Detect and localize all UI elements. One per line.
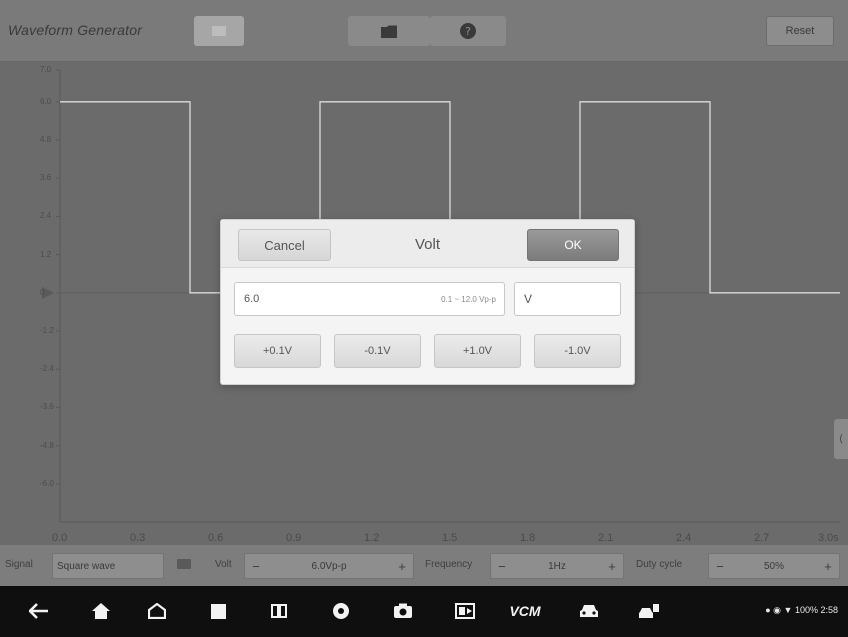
volt-input[interactable]: 6.0 0.1 ~ 12.0 Vp-p xyxy=(234,282,505,316)
back-icon[interactable] xyxy=(26,598,52,624)
x-tick-label: 1.2 xyxy=(364,532,380,544)
step-minus-1-0-button[interactable]: -1.0V xyxy=(534,334,621,368)
app-title: Waveform Generator xyxy=(8,22,143,38)
wifi-icon: ▼ xyxy=(783,605,793,615)
x-tick-label: 0.0 xyxy=(52,532,68,544)
duty-cycle-label: Duty cycle xyxy=(636,559,683,570)
help-icon: ? xyxy=(460,23,476,39)
help-button[interactable]: ? xyxy=(430,16,506,46)
frequency-label: Frequency xyxy=(425,559,473,570)
frequency-value[interactable]: 1Hz xyxy=(513,561,601,572)
waveform-mode-button[interactable] xyxy=(194,16,244,46)
volt-label: Volt xyxy=(215,559,232,570)
duty-cycle-stepper[interactable]: − 50% + xyxy=(708,553,840,579)
y-tick-label: 6.0 xyxy=(40,96,52,106)
frequency-decrease-button[interactable]: − xyxy=(491,559,513,574)
notification-icon: ◉ xyxy=(773,605,781,615)
x-tick-label: 2.1 xyxy=(598,532,614,544)
vehicle-home-icon[interactable] xyxy=(144,598,170,624)
volt-dialog: Cancel Volt OK 6.0 0.1 ~ 12.0 Vp-p V +0.… xyxy=(220,219,635,385)
y-tick-label: -1.2 xyxy=(40,326,54,335)
y-tick-label: 4.8 xyxy=(40,135,52,145)
y-tick-label: 0 xyxy=(40,287,45,297)
parameter-bar: Signal Square wave Volt − 6.0Vp-p + Freq… xyxy=(0,544,848,586)
y-tick-label: 1.2 xyxy=(40,249,52,259)
home-icon[interactable] xyxy=(88,598,114,624)
camera-icon[interactable] xyxy=(390,598,416,624)
duty-cycle-value[interactable]: 50% xyxy=(731,561,817,572)
screen-record-icon[interactable] xyxy=(452,598,478,624)
unit-field[interactable]: V xyxy=(514,282,621,316)
location-icon: ● xyxy=(765,605,771,615)
y-tick-label: -6.0 xyxy=(40,478,54,488)
folder-icon xyxy=(381,25,397,38)
x-tick-label: 2.4 xyxy=(676,532,692,544)
x-tick-label: 3.0s xyxy=(818,532,839,544)
y-tick-label: 3.6 xyxy=(40,173,52,183)
reset-button[interactable]: Reset xyxy=(766,16,834,46)
y-tick-label: -3.6 xyxy=(40,402,54,412)
status-bar: ● ◉ ▼ 100% 2:58 xyxy=(765,605,838,616)
waveform-generator-app: Waveform Generator ? Reset 7.0 6.0 4.8 3.6 2… xyxy=(0,0,848,637)
y-tick-label: -2.4 xyxy=(40,364,54,374)
duty-decrease-button[interactable]: − xyxy=(709,559,731,574)
volt-increase-button[interactable]: + xyxy=(391,559,413,574)
load-signal-icon[interactable] xyxy=(177,559,191,569)
vcm-icon[interactable]: VCM xyxy=(508,598,542,624)
dialog-header: Cancel Volt OK xyxy=(221,220,634,268)
y-tick-label: -4.8 xyxy=(40,440,54,450)
system-nav-bar: VCM ● ◉ ▼ 100% 2:58 xyxy=(0,586,848,637)
duty-increase-button[interactable]: + xyxy=(817,559,839,574)
volt-range-hint: 0.1 ~ 12.0 Vp-p xyxy=(441,295,496,304)
recent-apps-icon[interactable] xyxy=(205,598,231,624)
x-tick-label: 1.8 xyxy=(520,532,536,544)
frequency-increase-button[interactable]: + xyxy=(601,559,623,574)
ok-button[interactable]: OK xyxy=(527,229,619,261)
browser-icon[interactable] xyxy=(328,598,354,624)
x-tick-label: 2.7 xyxy=(754,532,770,544)
title-bar: Waveform Generator ? Reset xyxy=(0,0,848,62)
y-tick-label: 7.0 xyxy=(40,65,52,74)
svg-text:?: ? xyxy=(465,25,471,38)
step-plus-1-0-button[interactable]: +1.0V xyxy=(434,334,521,368)
vehicle-service-icon[interactable] xyxy=(636,598,662,624)
volt-value[interactable]: 6.0Vp-p xyxy=(267,561,391,572)
volt-stepper[interactable]: − 6.0Vp-p + xyxy=(244,553,414,579)
signal-select[interactable]: Square wave xyxy=(52,553,164,579)
step-plus-0-1-button[interactable]: +0.1V xyxy=(234,334,321,368)
signal-label: Signal xyxy=(5,559,33,570)
side-panel-handle[interactable]: ⟨ xyxy=(834,419,848,459)
battery-time-text: 100% 2:58 xyxy=(794,605,838,615)
x-tick-label: 0.6 xyxy=(208,532,224,544)
signal-value: Square wave xyxy=(57,560,116,572)
square-icon xyxy=(212,26,226,36)
step-minus-0-1-button[interactable]: -0.1V xyxy=(334,334,421,368)
x-tick-label: 0.9 xyxy=(286,532,302,544)
x-tick-label: 1.5 xyxy=(442,532,458,544)
open-file-button[interactable] xyxy=(348,16,430,46)
volt-decrease-button[interactable]: − xyxy=(245,559,267,574)
vehicle-icon[interactable] xyxy=(576,598,602,624)
volt-input-value[interactable]: 6.0 xyxy=(244,293,259,305)
x-tick-label: 0.3 xyxy=(130,532,146,544)
frequency-stepper[interactable]: − 1Hz + xyxy=(490,553,624,579)
split-screen-icon[interactable] xyxy=(266,598,292,624)
y-tick-label: 2.4 xyxy=(40,211,52,221)
